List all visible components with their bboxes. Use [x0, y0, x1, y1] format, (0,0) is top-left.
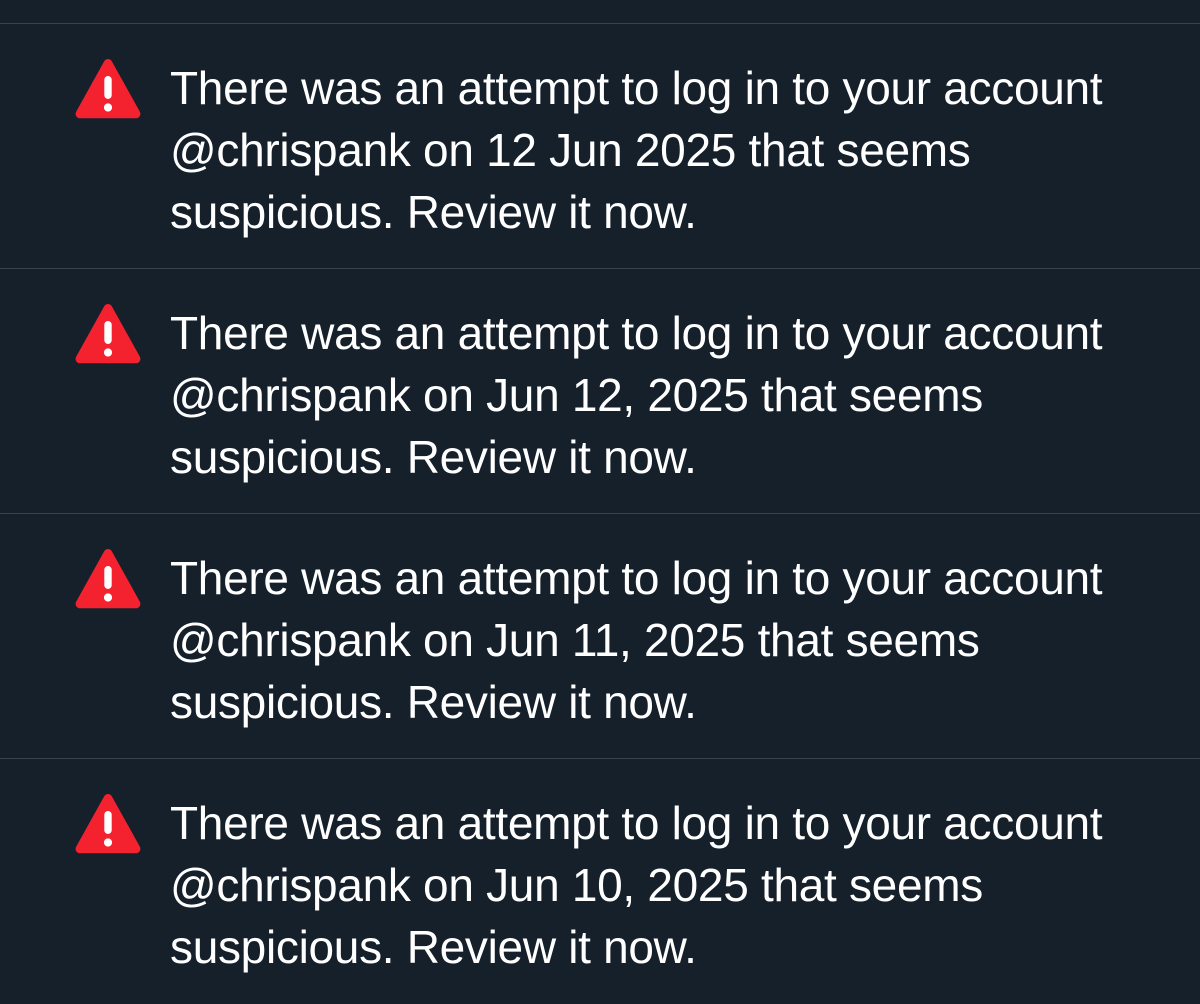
notification-line: There was an attempt to log in to your a…: [170, 797, 1103, 849]
notification-line: suspicious. Review it now.: [170, 921, 697, 973]
notification-text: There was an attempt to log in to your a…: [170, 792, 1180, 978]
warning-icon: [74, 57, 142, 120]
notification-line: @chrispank on Jun 10, 2025 that seems: [170, 859, 983, 911]
notification-list: There was an attempt to log in to your a…: [0, 24, 1200, 1004]
notification-line: There was an attempt to log in to your a…: [170, 552, 1103, 604]
notification-item[interactable]: There was an attempt to log in to your a…: [0, 759, 1200, 1004]
notification-line: There was an attempt to log in to your a…: [170, 307, 1103, 359]
notification-item[interactable]: There was an attempt to log in to your a…: [0, 24, 1200, 269]
notification-line: @chrispank on Jun 12, 2025 that seems: [170, 369, 983, 421]
notification-item[interactable]: There was an attempt to log in to your a…: [0, 269, 1200, 514]
warning-icon: [74, 792, 142, 855]
notification-line: @chrispank on Jun 11, 2025 that seems: [170, 614, 980, 666]
notification-line: There was an attempt to log in to your a…: [170, 62, 1103, 114]
notification-line: @chrispank on 12 Jun 2025 that seems: [170, 124, 971, 176]
notification-line: suspicious. Review it now.: [170, 676, 697, 728]
warning-icon: [74, 302, 142, 365]
warning-icon: [74, 547, 142, 610]
notification-text: There was an attempt to log in to your a…: [170, 57, 1180, 243]
notification-item[interactable]: There was an attempt to log in to your a…: [0, 514, 1200, 759]
notification-text: There was an attempt to log in to your a…: [170, 547, 1180, 733]
notification-line: suspicious. Review it now.: [170, 431, 697, 483]
notification-line: suspicious. Review it now.: [170, 186, 697, 238]
notification-text: There was an attempt to log in to your a…: [170, 302, 1180, 488]
